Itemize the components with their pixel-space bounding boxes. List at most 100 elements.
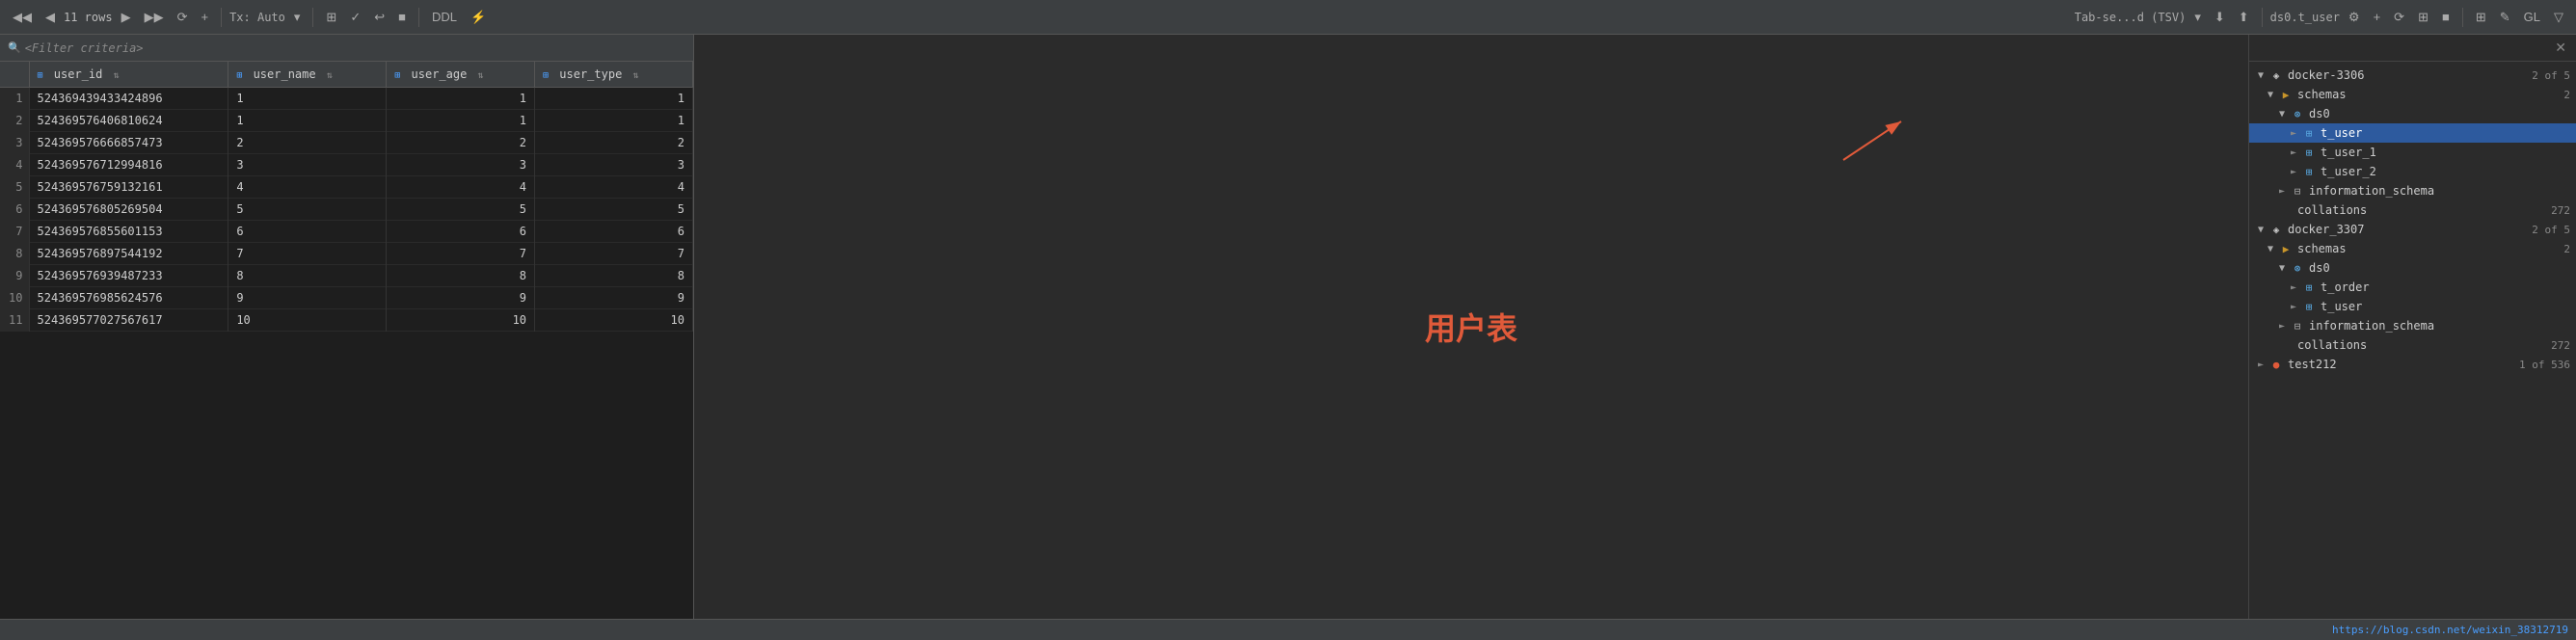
cell-user-age[interactable]: 1 [387,88,535,110]
col-user-type[interactable]: ⊞ user_type ⇅ [535,62,693,88]
nav-next-btn[interactable]: ▶ [117,8,136,27]
cell-user-type[interactable]: 3 [535,154,693,176]
table-row[interactable]: 4 524369576712994816 3 3 3 [0,154,693,176]
table-row[interactable]: 10 524369576985624576 9 9 9 [0,287,693,309]
view-filter-btn[interactable]: ▽ [2549,8,2568,27]
col-user-id[interactable]: ⊞ user_id ⇅ [29,62,228,88]
cell-user-age[interactable]: 5 [387,199,535,221]
cell-user-type[interactable]: 6 [535,221,693,243]
tree-item-schemas3307[interactable]: ▼ ▶ schemas 2 [2249,239,2576,258]
tree-item-t_order[interactable]: ► ⊞ t_order [2249,278,2576,297]
cell-user-id[interactable]: 524369577027567617 [29,309,228,332]
cell-user-name[interactable]: 2 [228,132,387,154]
tree-item-info_schema3307[interactable]: ► ⊟ information_schema [2249,316,2576,335]
cell-user-age[interactable]: 9 [387,287,535,309]
cell-user-id[interactable]: 524369576759132161 [29,176,228,199]
tree-item-t_user_2[interactable]: ► ⊞ t_user_2 [2249,162,2576,181]
cell-user-name[interactable]: 7 [228,243,387,265]
table-row[interactable]: 11 524369577027567617 10 10 10 [0,309,693,332]
table-row[interactable]: 9 524369576939487233 8 8 8 [0,265,693,287]
col-user-age[interactable]: ⊞ user_age ⇅ [387,62,535,88]
cell-user-age[interactable]: 7 [387,243,535,265]
table-row[interactable]: 2 524369576406810624 1 1 1 [0,110,693,132]
cell-user-type[interactable]: 1 [535,88,693,110]
cell-user-type[interactable]: 9 [535,287,693,309]
cell-user-name[interactable]: 1 [228,88,387,110]
cell-user-type[interactable]: 7 [535,243,693,265]
tree-item-test212[interactable]: ► ● test212 1 of 536 [2249,355,2576,374]
cell-user-name[interactable]: 10 [228,309,387,332]
tree-item-info_schema3306[interactable]: ► ⊟ information_schema [2249,181,2576,200]
table-row[interactable]: 6 524369576805269504 5 5 5 [0,199,693,221]
view-gl-btn[interactable]: GL [2519,8,2545,26]
stop-btn[interactable]: ■ [393,8,411,26]
table-row[interactable]: 5 524369576759132161 4 4 4 [0,176,693,199]
table-row[interactable]: 7 524369576855601153 6 6 6 [0,221,693,243]
refresh-btn[interactable]: ⟳ [173,8,193,27]
cell-user-name[interactable]: 1 [228,110,387,132]
tree-item-schemas3306[interactable]: ▼ ▶ schemas 2 [2249,85,2576,104]
ds-refresh-btn[interactable]: ⟳ [2389,8,2409,27]
view-edit-btn[interactable]: ✎ [2495,8,2515,27]
cell-user-age[interactable]: 6 [387,221,535,243]
table-row[interactable]: 1 524369439433424896 1 1 1 [0,88,693,110]
cell-user-name[interactable]: 9 [228,287,387,309]
cell-user-name[interactable]: 3 [228,154,387,176]
cell-user-age[interactable]: 10 [387,309,535,332]
ds-stop-btn[interactable]: ■ [2437,8,2455,26]
cell-user-age[interactable]: 8 [387,265,535,287]
cell-user-id[interactable]: 524369576406810624 [29,110,228,132]
nav-first-btn[interactable]: ◀◀ [8,8,37,27]
db-icon-btn[interactable]: ⊞ [321,8,341,27]
cell-user-id[interactable]: 524369576897544192 [29,243,228,265]
cell-user-id[interactable]: 524369439433424896 [29,88,228,110]
cell-user-age[interactable]: 4 [387,176,535,199]
tree-item-t_user_3307[interactable]: ► ⊞ t_user [2249,297,2576,316]
ds-add-btn[interactable]: + [2369,8,2386,26]
ds-settings-btn[interactable]: ⚙ [2344,8,2365,27]
undo-btn[interactable]: ↩ [369,8,389,27]
ddl-btn[interactable]: DDL [427,8,462,26]
cell-user-age[interactable]: 3 [387,154,535,176]
table-row[interactable]: 3 524369576666857473 2 2 2 [0,132,693,154]
table-row[interactable]: 8 524369576897544192 7 7 7 [0,243,693,265]
tree-item-t_user_1[interactable]: ► ⊞ t_user_1 [2249,143,2576,162]
tab-dropdown-btn[interactable]: ▾ [2189,8,2206,27]
cell-user-type[interactable]: 4 [535,176,693,199]
cell-user-id[interactable]: 524369576939487233 [29,265,228,287]
cell-user-age[interactable]: 2 [387,132,535,154]
cell-user-name[interactable]: 8 [228,265,387,287]
cell-user-type[interactable]: 1 [535,110,693,132]
filter-placeholder[interactable]: <Filter criteria> [25,41,144,55]
check-btn[interactable]: ✓ [345,8,365,27]
tree-item-ds0[interactable]: ▼ ⊛ ds0 [2249,104,2576,123]
tree-item-collations3306[interactable]: collations 272 [2249,200,2576,220]
cell-user-name[interactable]: 4 [228,176,387,199]
tree-item-docker3306[interactable]: ▼ ◈ docker-3306 2 of 5 [2249,66,2576,85]
cell-user-type[interactable]: 2 [535,132,693,154]
close-panel-btn[interactable]: ✕ [2551,40,2570,56]
cell-user-id[interactable]: 524369576666857473 [29,132,228,154]
col-user-name[interactable]: ⊞ user_name ⇅ [228,62,387,88]
cell-user-type[interactable]: 5 [535,199,693,221]
cell-user-id[interactable]: 524369576805269504 [29,199,228,221]
tree-item-docker3307[interactable]: ▼ ◈ docker_3307 2 of 5 [2249,220,2576,239]
tree-item-collations3307[interactable]: collations 272 [2249,335,2576,355]
add-row-btn[interactable]: + [196,8,213,26]
data-table-wrapper[interactable]: ⊞ user_id ⇅ ⊞ user_name ⇅ ⊞ user_age [0,62,693,619]
tree-container[interactable]: ▼ ◈ docker-3306 2 of 5 ▼ ▶ schemas 2 ▼ ⊛… [2249,62,2576,619]
cell-user-type[interactable]: 8 [535,265,693,287]
tx-dropdown-btn[interactable]: ▾ [289,8,306,27]
cell-user-name[interactable]: 5 [228,199,387,221]
cell-user-name[interactable]: 6 [228,221,387,243]
cell-user-age[interactable]: 1 [387,110,535,132]
download-btn[interactable]: ⬇ [2210,8,2230,27]
nav-last-btn[interactable]: ▶▶ [140,8,169,27]
ds-filter-btn[interactable]: ⊞ [2413,8,2433,27]
tree-item-ds0_3307[interactable]: ▼ ⊛ ds0 [2249,258,2576,278]
cell-user-id[interactable]: 524369576855601153 [29,221,228,243]
nav-prev-btn[interactable]: ◀ [40,8,60,27]
cell-user-id[interactable]: 524369576712994816 [29,154,228,176]
view-grid-btn[interactable]: ⊞ [2471,8,2491,27]
upload-btn[interactable]: ⬆ [2234,8,2254,27]
